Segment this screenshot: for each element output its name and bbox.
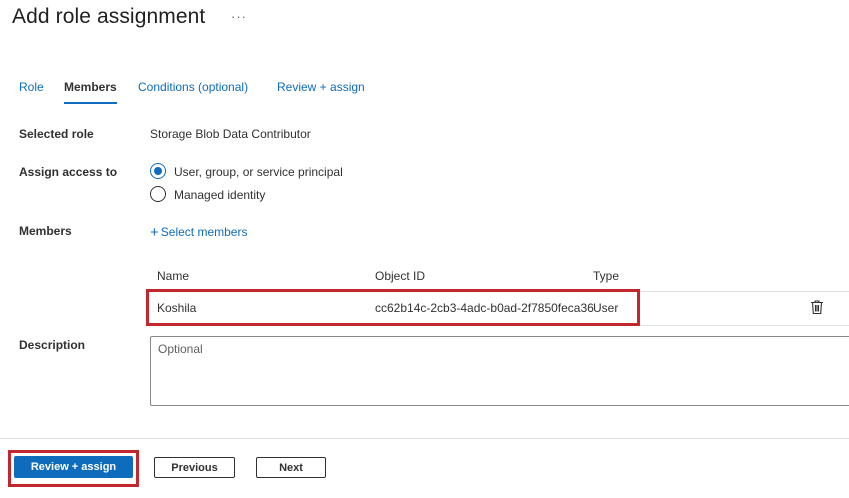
column-header-object-id: Object ID: [375, 269, 426, 283]
radio-managed-identity-label[interactable]: Managed identity: [174, 188, 265, 202]
select-members-text: Select members: [160, 225, 248, 239]
column-header-type: Type: [593, 269, 620, 283]
column-header-name: Name: [157, 269, 190, 283]
footer-divider: [0, 438, 849, 439]
radio-managed-identity[interactable]: [150, 186, 166, 202]
assign-access-label: Assign access to: [19, 165, 118, 179]
members-label: Members: [19, 224, 72, 238]
radio-user-group-sp-label[interactable]: User, group, or service principal: [174, 165, 343, 179]
selected-role-label: Selected role: [19, 127, 94, 141]
tab-conditions[interactable]: Conditions (optional): [138, 80, 248, 102]
select-members-link[interactable]: + Select members: [150, 223, 248, 241]
tab-review-assign[interactable]: Review + assign: [277, 80, 365, 102]
trash-icon[interactable]: [810, 299, 824, 315]
radio-user-group-sp[interactable]: [150, 163, 166, 179]
next-button[interactable]: Next: [256, 457, 326, 478]
tab-members[interactable]: Members: [64, 80, 117, 104]
tab-role[interactable]: Role: [19, 80, 44, 102]
page-title: Add role assignment: [12, 5, 206, 28]
more-options-icon[interactable]: ···: [231, 9, 247, 24]
selected-role-value: Storage Blob Data Contributor: [150, 127, 311, 141]
add-role-assignment-page: Add role assignment ··· Role Members Con…: [0, 0, 849, 498]
member-row-highlight: [146, 289, 640, 326]
description-label: Description: [19, 338, 86, 352]
description-textarea[interactable]: [150, 336, 849, 406]
review-assign-highlight: [8, 450, 139, 487]
previous-button[interactable]: Previous: [154, 457, 235, 478]
plus-icon: +: [150, 224, 159, 241]
